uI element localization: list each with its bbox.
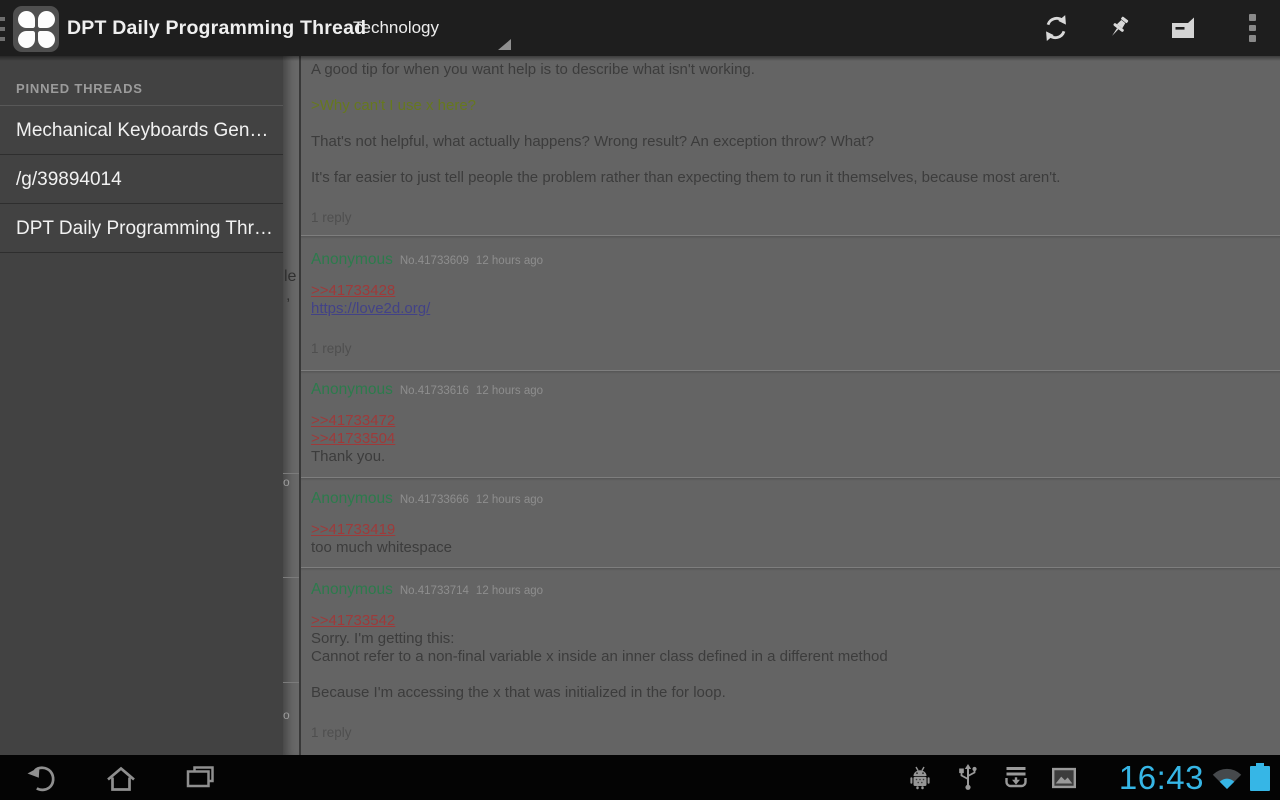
clock: 16:43	[1119, 755, 1204, 800]
reply-button[interactable]	[1155, 0, 1211, 56]
quote-link[interactable]: >>41733419	[311, 521, 1268, 539]
greentext-line: >Why can't I use x here?	[311, 97, 1268, 115]
pin-icon	[1104, 13, 1134, 43]
quote-link[interactable]: >>41733472	[311, 412, 1268, 430]
back-button[interactable]	[8, 755, 72, 800]
home-icon	[104, 763, 138, 793]
action-bar: DPT Daily Programming Thread Technology	[0, 0, 1280, 56]
reply-count[interactable]: 1 reply	[311, 340, 1268, 357]
gallery-image-icon	[1052, 767, 1076, 789]
post-header: Anonymous No.41733666 12 hours ago	[311, 490, 1268, 508]
recents-button[interactable]	[168, 755, 232, 800]
post-number: No.41733609	[400, 255, 469, 267]
reply-icon	[1168, 14, 1198, 42]
dimmed-content-strip[interactable]: le , o o	[283, 56, 299, 755]
post-number: No.41733714	[400, 585, 469, 597]
post-header: Anonymous No.41733609 12 hours ago	[311, 251, 1268, 269]
external-link[interactable]: https://love2d.org/	[311, 300, 1268, 318]
post-header: Anonymous No.41733714 12 hours ago	[311, 581, 1268, 599]
post-line: Because I'm accessing the x that was ini…	[311, 684, 1268, 702]
post-time: 12 hours ago	[476, 494, 543, 506]
post-line: Thank you.	[311, 448, 1268, 466]
refresh-icon	[1041, 13, 1071, 43]
reply-count[interactable]: 1 reply	[311, 724, 1268, 741]
download-notification[interactable]	[1004, 766, 1028, 789]
pinned-threads-drawer: PINNED THREADS Mechanical Keyboards Gen……	[0, 56, 283, 755]
post-line-blank	[311, 79, 1268, 97]
clover-app-icon[interactable]	[13, 6, 59, 52]
quote-link[interactable]: >>41733504	[311, 430, 1268, 448]
battery-icon	[1250, 763, 1270, 792]
quote-link[interactable]: >>41733428	[311, 282, 1268, 300]
post-line: too much whitespace	[311, 539, 1268, 557]
list-divider	[283, 682, 299, 683]
board-spinner-label: Technology	[353, 18, 439, 38]
recents-icon	[183, 763, 217, 793]
post-time: 12 hours ago	[476, 585, 543, 597]
post-line: It's far easier to just tell people the …	[311, 169, 1268, 187]
post-line: A good tip for when you want help is to …	[311, 61, 1268, 79]
post-number: No.41733616	[400, 385, 469, 397]
overflow-menu-button[interactable]	[1224, 0, 1280, 56]
android-robot-icon	[909, 766, 931, 790]
usb-debugging-notification[interactable]	[908, 766, 932, 790]
post-line: Sorry. I'm getting this:	[311, 630, 1268, 648]
post-cell[interactable]: Anonymous No.41733616 12 hours ago >>417…	[301, 373, 1280, 466]
pin-button[interactable]	[1091, 0, 1147, 56]
thread-title: DPT Daily Programming Thread	[67, 17, 366, 40]
pane-divider	[299, 56, 301, 755]
board-spinner[interactable]: Technology	[336, 0, 514, 56]
download-icon	[1004, 766, 1028, 789]
clipped-text-fragment: o	[283, 708, 290, 722]
notification-tray[interactable]	[908, 755, 1076, 800]
post-line: That's not helpful, what actually happen…	[311, 133, 1268, 151]
clipped-text-fragment: o	[283, 475, 290, 489]
clover-petal	[18, 11, 35, 28]
post-line-blank	[311, 151, 1268, 169]
poster-name: Anonymous	[311, 581, 393, 599]
back-icon	[23, 763, 57, 793]
list-divider	[283, 473, 299, 474]
drawer-handle-icon[interactable]	[0, 17, 5, 41]
post-time: 12 hours ago	[476, 385, 543, 397]
clipped-text-fragment: le	[284, 268, 296, 286]
poster-name: Anonymous	[311, 381, 393, 399]
wifi-icon	[1210, 764, 1244, 791]
poster-name: Anonymous	[311, 251, 393, 269]
list-divider	[283, 577, 299, 578]
screenshot-notification[interactable]	[1052, 767, 1076, 789]
spinner-caret-icon	[498, 39, 511, 50]
drawer-header: PINNED THREADS	[0, 81, 283, 106]
post-header: Anonymous No.41733616 12 hours ago	[311, 381, 1268, 399]
pinned-thread-mechanical-keyboards[interactable]: Mechanical Keyboards Gen…	[0, 106, 283, 155]
post-cell[interactable]: Anonymous No.41733714 12 hours ago >>417…	[301, 570, 1280, 741]
post-line: Cannot refer to a non-final variable x i…	[311, 648, 1268, 666]
pinned-thread-g-39894014[interactable]: /g/39894014	[0, 155, 283, 204]
clover-petal	[18, 31, 35, 48]
clover-petal	[38, 31, 55, 48]
post-cell[interactable]: Anonymous No.41733666 12 hours ago >>417…	[301, 481, 1280, 557]
thread-post-list: A good tip for when you want help is to …	[301, 56, 1280, 755]
reply-count[interactable]: 1 reply	[311, 209, 1268, 226]
post-cell[interactable]: Anonymous No.41733609 12 hours ago >>417…	[301, 238, 1280, 357]
post-line-blank	[311, 666, 1268, 684]
usb-icon	[958, 764, 978, 791]
pinned-thread-dpt[interactable]: DPT Daily Programming Thr…	[0, 204, 283, 253]
clipped-text-fragment: ,	[286, 287, 290, 305]
quote-link[interactable]: >>41733542	[311, 612, 1268, 630]
poster-name: Anonymous	[311, 490, 393, 508]
post-line-blank	[311, 115, 1268, 133]
home-button[interactable]	[89, 755, 153, 800]
actionbar-shadow	[0, 56, 1280, 61]
overflow-icon	[1249, 14, 1256, 42]
clover-petal	[38, 11, 55, 28]
post-number: No.41733666	[400, 494, 469, 506]
usb-connected-notification[interactable]	[956, 764, 980, 791]
refresh-button[interactable]	[1028, 0, 1084, 56]
system-nav-bar: 16:43	[0, 755, 1280, 800]
post-cell[interactable]: A good tip for when you want help is to …	[301, 57, 1280, 226]
post-time: 12 hours ago	[476, 255, 543, 267]
status-cluster[interactable]: 16:43	[1119, 755, 1270, 800]
